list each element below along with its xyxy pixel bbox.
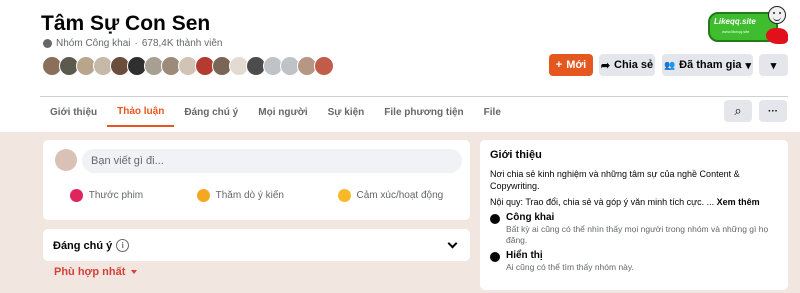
tab-featured[interactable]: Đáng chú ý [174,97,248,127]
sort-dropdown[interactable]: Phù hợp nhất [54,266,138,278]
sort-label: Phù hợp nhất [54,266,126,278]
meta-separator: · [134,38,138,49]
more-icon: ··· [768,105,778,117]
globe-icon [43,39,52,48]
chevron-down-icon: ▾ [745,59,752,72]
group-meta: Nhóm Công khai · 678,4K thành viên [43,38,222,49]
watermark-logo: Likeqq.site www.likeqq.site [708,6,788,44]
eye-icon [490,252,500,262]
feeling-button[interactable]: Cảm xúc/hoạt động [337,189,444,202]
plus-icon: + [555,59,563,71]
new-post-button[interactable]: + Mới [549,54,593,76]
featured-section[interactable]: Đáng chú ý i [43,229,470,261]
chevron-down-icon: ▾ [770,59,777,72]
see-more-link[interactable]: Xem thêm [717,197,760,207]
search-button[interactable]: ⌕ [724,100,752,122]
about-card: Giới thiệu Nơi chia sẻ kinh nghiệm và nh… [480,140,788,290]
post-input[interactable]: Bạn viết gì đi... [82,149,462,173]
about-item-title: Công khai [506,212,555,223]
about-item-text: Bất kỳ ai cũng có thể nhìn thấy mọi ngườ… [506,224,769,245]
poll-label: Thăm dò ý kiến [215,190,284,201]
logo-subtext: www.likeqq.site [722,29,750,34]
logo-red-shape [766,28,788,44]
people-icon: 👥 [663,59,676,70]
group-tabs: Giới thiệu Thảo luận Đáng chú ý Mọi ngườ… [40,96,788,130]
chevron-down-icon[interactable] [447,238,458,249]
new-button-label: Mới [566,59,587,71]
globe-icon [490,214,500,224]
composer-actions: Thước phim Thăm dò ý kiến Cảm xúc/hoạt đ… [43,189,470,202]
poll-icon [196,189,210,202]
member-avatar[interactable] [314,56,334,76]
tab-events[interactable]: Sự kiện [318,97,375,127]
joined-button[interactable]: 👥 Đã tham gia ▾ [662,54,753,76]
tab-media[interactable]: File phương tiện [374,97,473,127]
reel-label: Thước phim [88,190,144,201]
rules-text: Nội quy: Trao đổi, chia sẻ và góp ý văn … [490,197,715,207]
tab-about[interactable]: Giới thiệu [40,97,107,127]
about-item-title: Hiển thị [506,250,543,261]
about-item-public: Công khai Bất kỳ ai cũng có thể nhìn thấ… [490,212,778,246]
about-item-visible: Hiển thị Ai cũng có thể tìm thấy nhóm nà… [490,250,778,273]
feeling-label: Cảm xúc/hoạt động [356,190,444,201]
joined-button-label: Đã tham gia [679,59,742,71]
reel-button[interactable]: Thước phim [69,189,144,202]
search-icon: ⌕ [734,103,742,118]
group-privacy: Nhóm Công khai [56,38,131,49]
reel-icon [69,189,83,202]
member-avatars[interactable] [42,56,334,76]
share-button[interactable]: ➦ Chia sẻ [599,54,655,76]
share-icon: ➦ [600,59,611,72]
group-header: Tâm Sự Con Sen Nhóm Công khai · 678,4K t… [0,0,800,132]
group-title[interactable]: Tâm Sự Con Sen [41,12,210,36]
header-more-button[interactable]: ▾ [759,54,788,76]
info-icon[interactable]: i [116,239,130,252]
caret-down-icon [131,270,138,274]
share-button-label: Chia sẻ [614,59,654,71]
post-composer: Bạn viết gì đi... Thước phim Thăm dò ý k… [43,140,470,220]
about-title: Giới thiệu [490,149,542,161]
featured-label: Đáng chú ý [53,239,113,252]
avatar[interactable] [55,149,77,171]
about-item-text: Ai cũng có thể tìm thấy nhóm này. [506,262,634,272]
smiley-icon [768,6,786,24]
tab-people[interactable]: Mọi người [248,97,317,127]
smile-icon [337,189,351,202]
logo-text: Likeqq.site [714,17,756,26]
more-options-button[interactable]: ··· [759,100,787,122]
about-description: Nơi chia sẻ kinh nghiệm và những tâm sự … [490,169,740,191]
featured-title: Đáng chú ý i [53,239,130,252]
tab-files[interactable]: File [474,97,511,127]
about-rules: Nội quy: Trao đổi, chia sẻ và góp ý văn … [490,197,778,207]
member-count[interactable]: 678,4K thành viên [142,38,223,49]
tab-discussion[interactable]: Thảo luận [107,97,175,127]
poll-button[interactable]: Thăm dò ý kiến [196,189,284,202]
